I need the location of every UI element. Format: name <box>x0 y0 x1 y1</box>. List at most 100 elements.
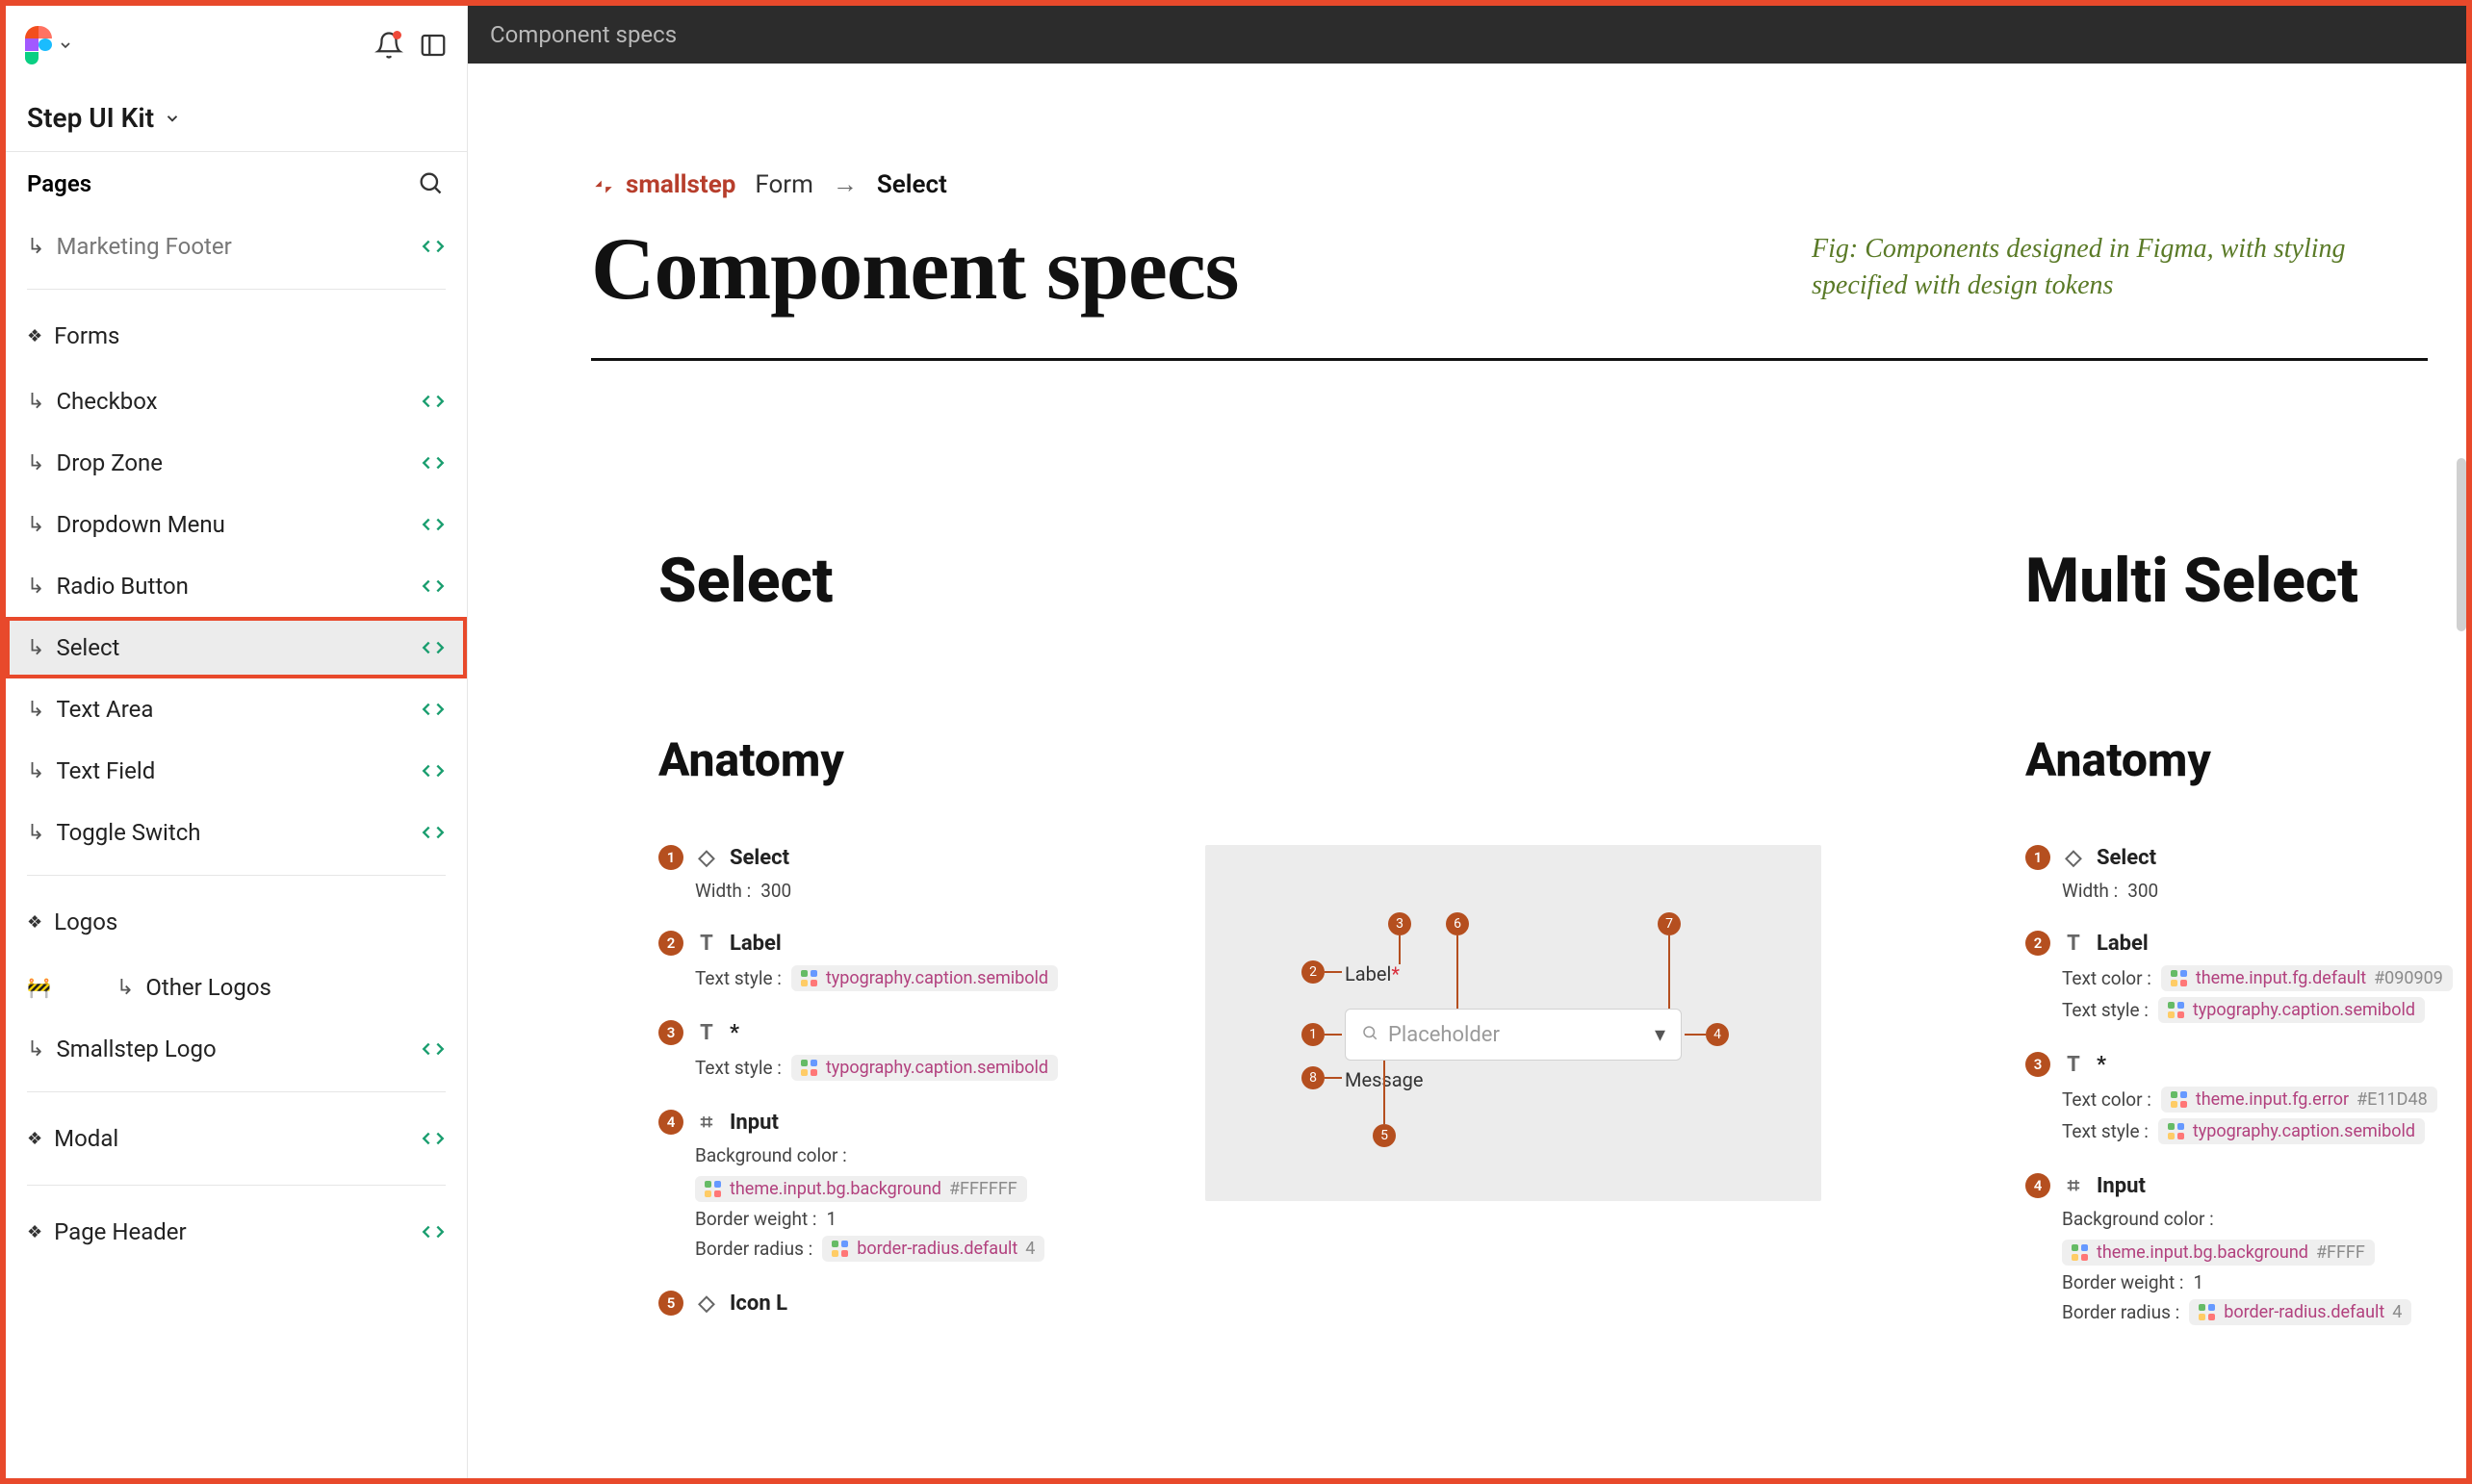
anatomy-pin: 3 <box>658 1020 683 1045</box>
sidebar-section[interactable]: ❖ Forms <box>6 301 467 371</box>
anatomy-pin: 3 <box>2025 1052 2050 1077</box>
page-label: Other Logos <box>145 974 271 1001</box>
page-label: Marketing Footer <box>56 233 231 260</box>
sidebar-top-row <box>6 6 467 85</box>
dev-ready-icon <box>421 758 446 783</box>
sidebar-page-item[interactable]: ↳Drop Zone <box>6 432 467 494</box>
dev-ready-icon <box>421 635 446 660</box>
section-label: Logos <box>54 908 117 935</box>
file-title[interactable]: Step UI Kit <box>6 85 467 152</box>
dev-ready-icon <box>421 1126 446 1151</box>
anatomy-pin: 4 <box>2025 1173 2050 1198</box>
anatomy-prop: Text style :typography.caption.semibold <box>2025 997 2466 1023</box>
anatomy-item: 2TLabelText style :typography.caption.se… <box>658 931 1140 991</box>
sub-arrow-icon: ↳ <box>27 698 44 722</box>
sidebar-section[interactable]: ❖ Logos <box>6 887 467 957</box>
sidebar-section[interactable]: ❖ Modal <box>6 1104 467 1173</box>
design-token: typography.caption.semibold <box>2158 997 2425 1023</box>
breadcrumb-part-form: Form <box>755 170 813 199</box>
anatomy-name: Label <box>730 932 782 956</box>
smallstep-mark-icon <box>591 172 616 197</box>
smallstep-logo: smallstep <box>591 170 735 199</box>
section-label: Modal <box>54 1125 118 1152</box>
sidebar-page-item[interactable]: ↳Text Field <box>6 740 467 802</box>
canvas[interactable]: smallstep Form → Select Component specs … <box>476 64 2466 1478</box>
anatomy-prop: Width :300 <box>2025 880 2466 902</box>
canvas-tab-bar: Component specs <box>467 6 2466 64</box>
diamond-icon: ❖ <box>27 1129 42 1149</box>
anatomy-pin: 1 <box>658 845 683 870</box>
pages-list[interactable]: ↳ Marketing Footer ❖ Forms ↳Checkbox↳Drop Zo… <box>6 216 467 1478</box>
sidebar-page-item[interactable]: ↳Toggle Switch <box>6 802 467 863</box>
figma-logo-icon[interactable] <box>25 31 73 60</box>
sidebar-page-item[interactable]: ↳ Radio Button <box>6 555 467 617</box>
layer-type-icon: T <box>2062 932 2085 956</box>
dev-ready-icon <box>421 512 446 537</box>
hero: Component specs Fig: Components designed… <box>591 217 2428 361</box>
anatomy-item: 4⌗InputBackground color :theme.input.bg.… <box>658 1110 1140 1262</box>
design-token: typography.caption.semibold <box>791 1055 1058 1081</box>
dev-ready-icon <box>421 574 446 599</box>
dev-ready-icon <box>421 697 446 722</box>
sub-arrow-icon: ↳ <box>27 235 44 259</box>
dev-ready-icon <box>421 1036 446 1062</box>
layer-type-icon: T <box>695 1021 718 1045</box>
sidebar-page-item[interactable]: ↳Smallstep Logo <box>6 1018 467 1080</box>
diamond-icon: ❖ <box>27 326 42 346</box>
sidebar-page-item[interactable]: ↳ Marketing Footer <box>6 216 467 277</box>
anatomy-prop: Border radius :border-radius.default4 <box>658 1236 1140 1262</box>
page-label: Radio Button <box>56 573 188 600</box>
search-icon[interactable] <box>417 169 446 198</box>
anatomy-prop: Border weight :1 <box>658 1208 1140 1230</box>
anatomy-name: Label <box>2097 932 2149 956</box>
anatomy-prop: Border weight :1 <box>2025 1271 2466 1293</box>
sidebar-divider <box>27 1185 446 1186</box>
sub-arrow-icon: ↳ <box>27 821 44 845</box>
section-label: Forms <box>54 322 119 349</box>
notification-dot <box>393 31 401 39</box>
sidebar-divider <box>27 1091 446 1092</box>
anatomy-prop: Background color :theme.input.bg.backgro… <box>2025 1208 2466 1266</box>
preview-placeholder: Placeholder <box>1388 1023 1500 1047</box>
spec-multi-select: Multi Select Anatomy 1◇SelectWidth :3002… <box>2025 545 2466 1354</box>
page-title: Component specs <box>591 217 1238 320</box>
spec-select: Select Anatomy 1◇SelectWidth :3002TLabel… <box>658 545 1948 1344</box>
design-token: theme.input.bg.background#FFFFFF <box>695 1176 1027 1202</box>
sub-arrow-icon: ↳ <box>27 575 44 599</box>
sidebar-divider <box>27 875 446 876</box>
sidebar-divider <box>27 289 446 290</box>
diamond-icon: ❖ <box>27 912 42 933</box>
notifications-icon[interactable] <box>374 31 403 60</box>
sidebar-page-item[interactable]: ↳Checkbox <box>6 371 467 432</box>
sub-arrow-icon: ↳ <box>27 513 44 537</box>
anatomy-prop: Background color :theme.input.bg.backgro… <box>658 1144 1140 1202</box>
sub-arrow-icon: ↳ <box>116 976 134 1000</box>
sidebar-page-item[interactable]: ↳Text Area <box>6 678 467 740</box>
design-token: typography.caption.semibold <box>791 965 1058 991</box>
pin-1: 1 <box>1301 1023 1325 1046</box>
sidebar-section[interactable]: ❖Page Header <box>6 1197 467 1267</box>
pin-7: 7 <box>1658 912 1681 935</box>
anatomy-preview: Label* 2 3 6 7 <box>1205 845 1821 1201</box>
panel-toggle-icon[interactable] <box>419 31 448 60</box>
layer-type-icon: T <box>2062 1053 2085 1077</box>
anatomy-name: Input <box>730 1111 779 1135</box>
anatomy-item: 1◇SelectWidth :300 <box>658 845 1140 902</box>
layer-type-icon: ◇ <box>695 846 718 870</box>
design-token: theme.input.fg.error#E11D48 <box>2161 1087 2437 1113</box>
breadcrumb-part-select: Select <box>877 170 947 199</box>
sidebar-page-item[interactable]: ↳Select <box>6 617 467 678</box>
design-token: theme.input.fg.default#090909 <box>2161 965 2453 991</box>
tab-label[interactable]: Component specs <box>490 21 677 48</box>
sidebar-page-item[interactable]: ↳Dropdown Menu <box>6 494 467 555</box>
anatomy-name: Select <box>2097 846 2156 870</box>
layer-type-icon: T <box>695 932 718 956</box>
anatomy-name: * <box>730 1021 739 1045</box>
anatomy-item: 4⌗InputBackground color :theme.input.bg.… <box>2025 1173 2466 1325</box>
design-token: border-radius.default4 <box>2189 1299 2411 1325</box>
anatomy-item: 1◇SelectWidth :300 <box>2025 845 2466 902</box>
sidebar-page-item[interactable]: 🚧↳Other Logos <box>6 957 467 1018</box>
anatomy-pin: 2 <box>2025 931 2050 956</box>
sub-arrow-icon: ↳ <box>27 759 44 783</box>
pin-4: 4 <box>1706 1023 1729 1046</box>
